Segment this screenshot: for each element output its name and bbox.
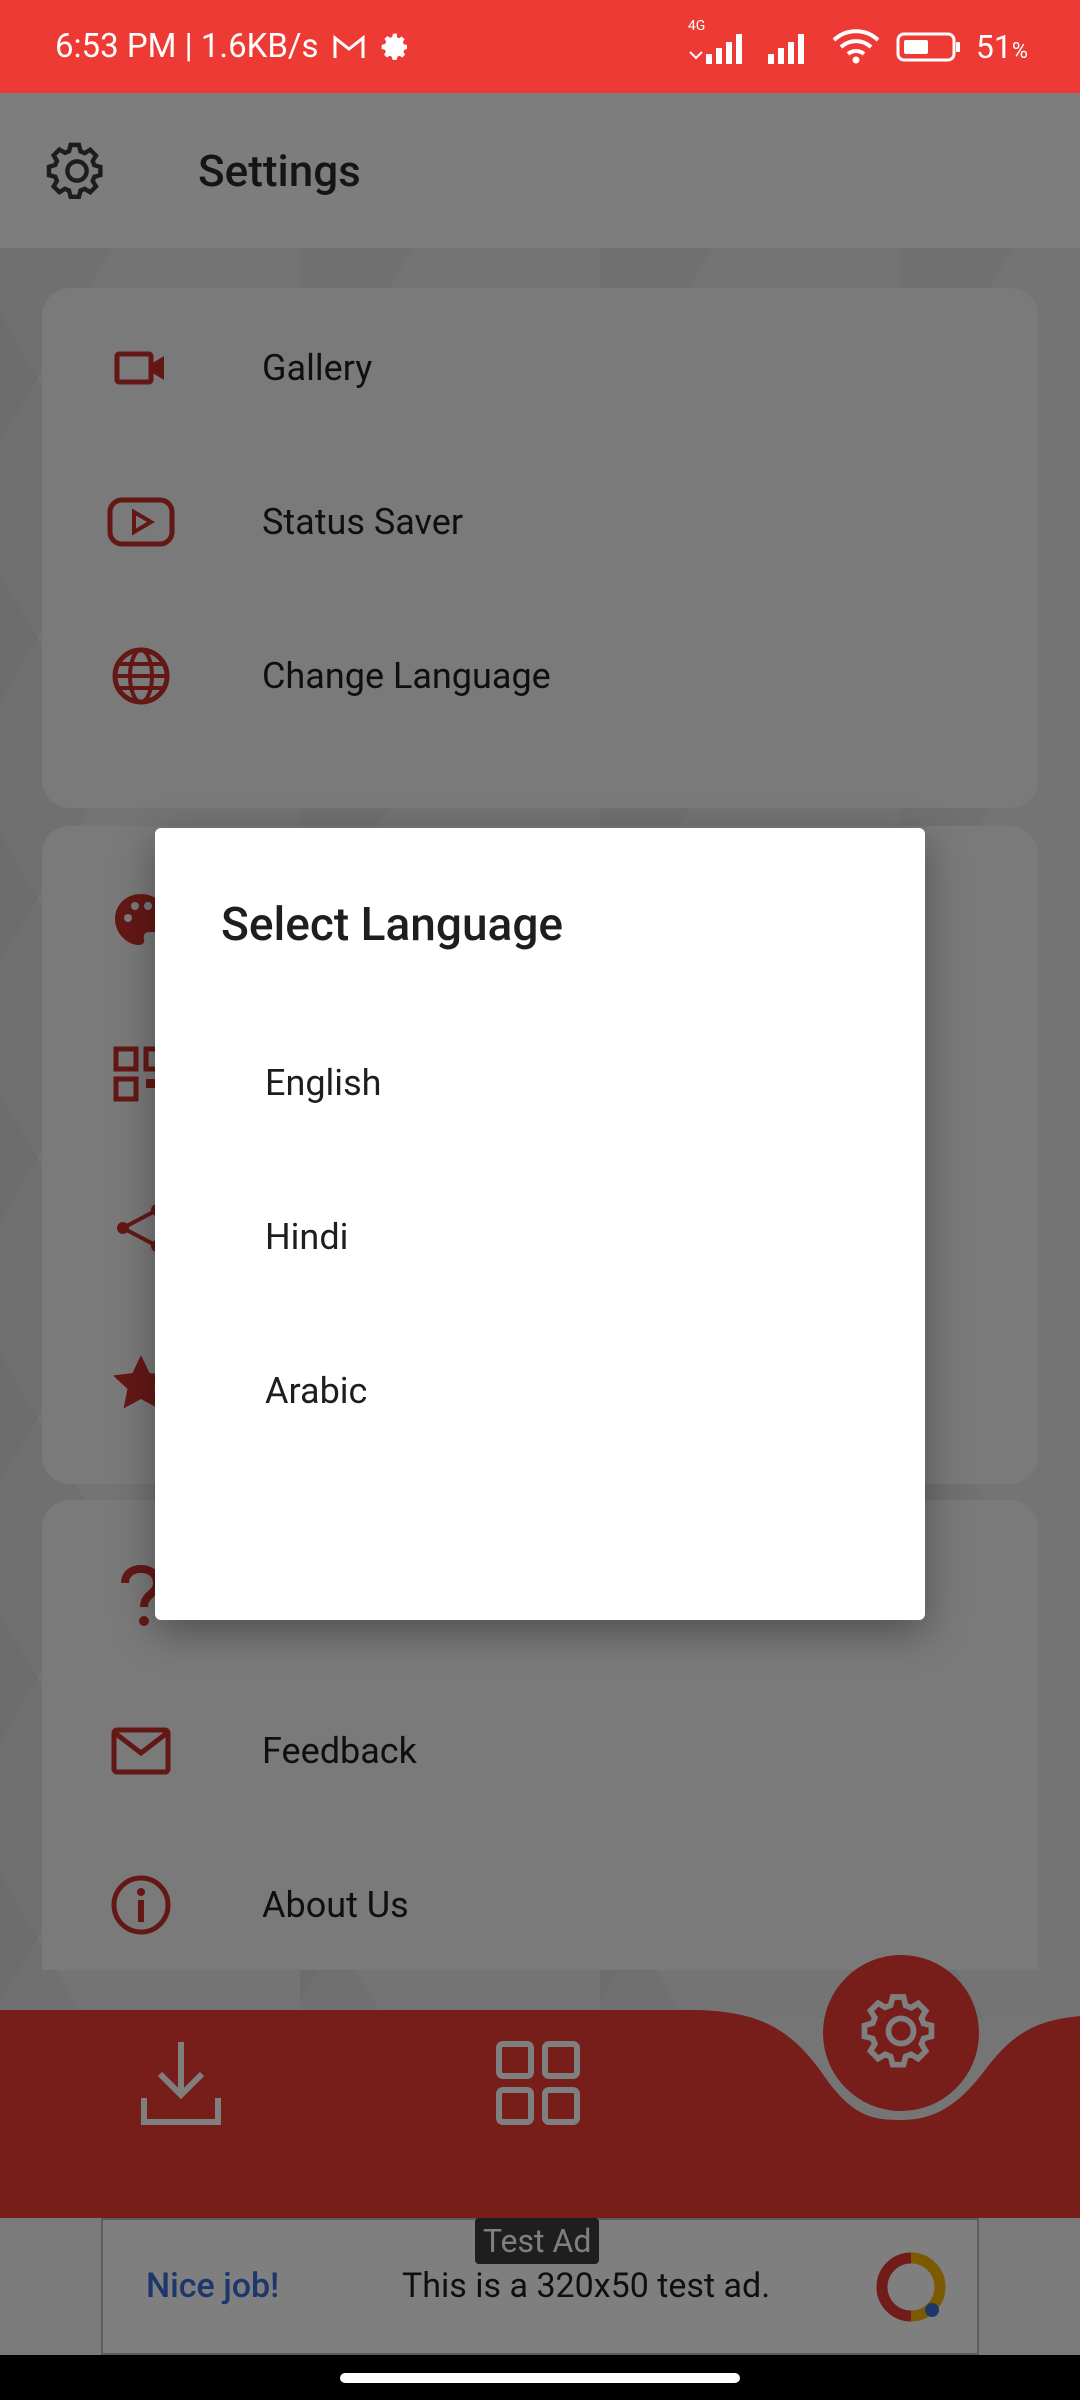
battery-percent-unit: % [1011,38,1028,64]
home-gesture-handle[interactable] [340,2373,740,2383]
status-right: 4G 51% [686,18,1028,66]
battery-percent-value: 51 [975,27,1012,66]
status-time: 6:53 PM | 1.6KB/s [55,27,319,66]
battery-icon [896,31,962,63]
status-bar: 6:53 PM | 1.6KB/s 4G 51% [0,0,1080,93]
network-type-label: 4G [687,17,706,34]
language-option-english[interactable]: English [155,1008,925,1158]
language-option-arabic[interactable]: Arabic [155,1316,925,1466]
gmail-icon [333,34,365,60]
settings-notification-icon [379,31,411,63]
select-language-dialog: Select Language English Hindi Arabic [155,828,925,1620]
language-option-hindi[interactable]: Hindi [155,1162,925,1312]
dialog-title: Select Language [221,898,564,952]
signal-4g-icon: 4G [686,18,750,64]
battery-level: 51% [976,28,1028,66]
signal-icon [764,30,816,64]
wifi-icon [830,28,882,66]
status-left: 6:53 PM | 1.6KB/s [55,27,411,66]
